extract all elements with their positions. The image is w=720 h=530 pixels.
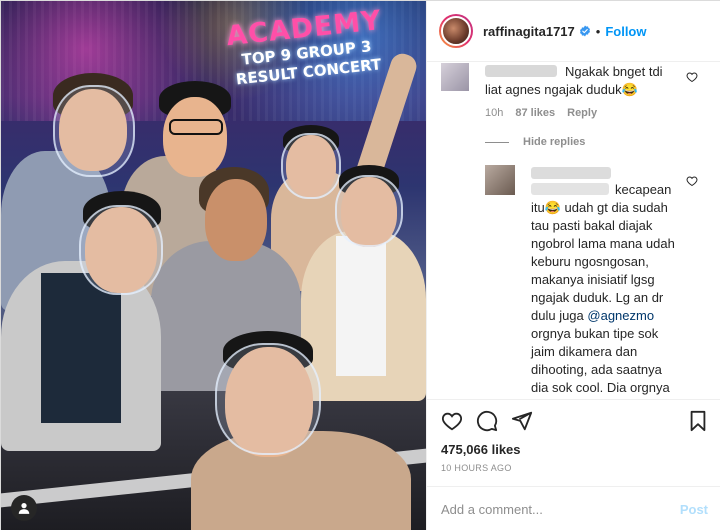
verified-badge-icon bbox=[579, 25, 590, 37]
add-comment-bar: Post bbox=[427, 486, 720, 530]
reply-text: kecapean itu😂 udah gt dia sudah tau past… bbox=[531, 181, 681, 399]
reply-text-part2: orgnya bukan tipe sok jaim dikamera dan … bbox=[531, 326, 681, 399]
likes-count[interactable]: 475,066 likes bbox=[441, 442, 521, 457]
comment-text: Ngakak bnget tdi liat agnes ngajak duduk… bbox=[485, 64, 663, 97]
post-comment-button[interactable]: Post bbox=[680, 502, 708, 517]
comment-item: Ngakak bnget tdi liat agnes ngajak duduk… bbox=[427, 63, 720, 133]
comment-meta: 10h 87 likes Reply bbox=[485, 107, 597, 119]
comment-time[interactable]: 10h bbox=[485, 107, 503, 119]
reply-mention-link[interactable]: @agnezmo bbox=[587, 308, 654, 323]
post-photo[interactable]: ACADEMY TOP 9 GROUP 3 RESULT CONCERT bbox=[1, 1, 426, 530]
reply-button[interactable]: Reply bbox=[567, 107, 597, 119]
hide-replies-button[interactable]: Hide replies bbox=[485, 136, 585, 148]
post-header: raffinagita1717 • Follow bbox=[427, 1, 720, 62]
comment-bubble-icon[interactable] bbox=[476, 410, 498, 432]
hide-replies-label: Hide replies bbox=[523, 136, 586, 148]
tagged-users-icon[interactable] bbox=[11, 495, 37, 521]
like-heart-icon[interactable] bbox=[441, 410, 463, 432]
save-bookmark-icon[interactable] bbox=[687, 410, 709, 432]
reply-avatar[interactable] bbox=[485, 165, 515, 195]
reply-item: kecapean itu😂 udah gt dia sudah tau past… bbox=[427, 163, 720, 399]
post-details-panel: raffinagita1717 • Follow Ngakak bnget td… bbox=[426, 1, 720, 530]
author-username[interactable]: raffinagita1717 bbox=[483, 24, 575, 39]
follow-button[interactable]: Follow bbox=[605, 24, 646, 39]
comments-list[interactable]: Ngakak bnget tdi liat agnes ngajak duduk… bbox=[427, 63, 720, 399]
reply-like-icon[interactable] bbox=[686, 175, 698, 187]
share-paper-plane-icon[interactable] bbox=[511, 410, 533, 432]
comment-like-icon[interactable] bbox=[686, 71, 698, 83]
post-timestamp[interactable]: 10 HOURS AGO bbox=[441, 463, 512, 473]
author-avatar[interactable] bbox=[439, 14, 473, 48]
header-separator: • bbox=[595, 23, 601, 39]
reply-text-part1: kecapean itu😂 udah gt dia sudah tau past… bbox=[531, 182, 675, 323]
commenter-avatar[interactable] bbox=[441, 63, 469, 91]
comment-likes[interactable]: 87 likes bbox=[515, 107, 555, 119]
post-actions-bar bbox=[427, 399, 720, 439]
hide-replies-line bbox=[485, 141, 509, 143]
add-comment-input[interactable] bbox=[441, 501, 680, 517]
person-icon bbox=[18, 503, 30, 514]
instagram-post-modal: ACADEMY TOP 9 GROUP 3 RESULT CONCERT raf… bbox=[0, 0, 720, 530]
reply-username-redacted-1[interactable] bbox=[531, 167, 611, 179]
